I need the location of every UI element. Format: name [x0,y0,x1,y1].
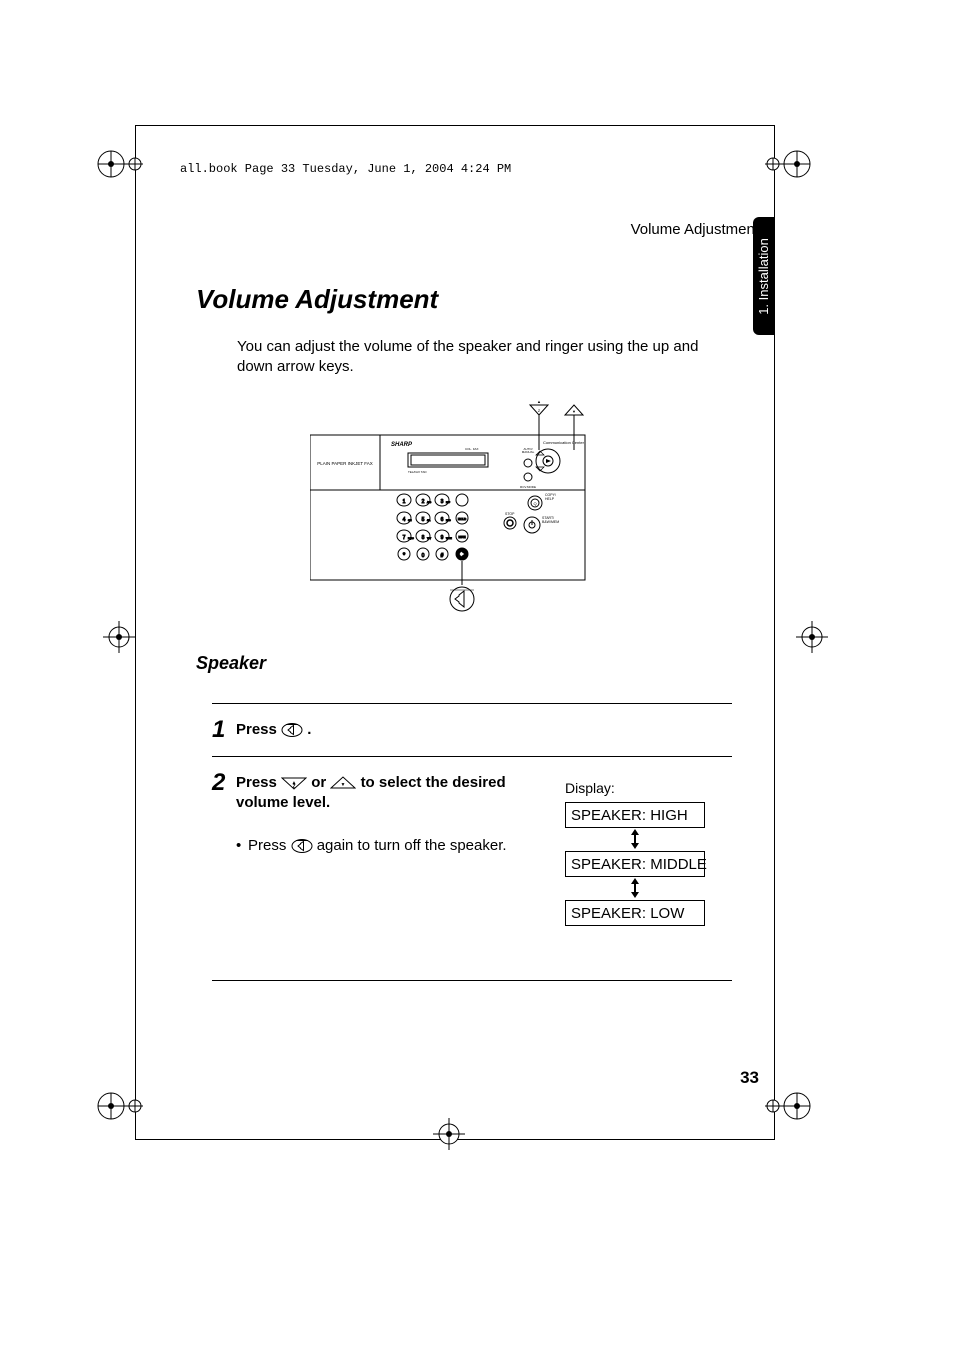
up-arrow-key-icon: ▲ Z [530,399,548,415]
svg-text:B&W/MEM: B&W/MEM [542,520,559,524]
svg-text:MANUAL: MANUAL [522,450,535,454]
svg-text:5: 5 [422,517,425,523]
display-value-middle: SPEAKER: MIDDLE [565,851,705,877]
chapter-tab-label: 1. Installation [756,238,771,315]
down-arrow-key-icon: ▼ [330,776,356,790]
crop-mark-icon [425,1110,473,1158]
section-subheading-speaker: Speaker [196,653,266,674]
speaker-key-icon [281,721,303,737]
svg-text:PQRS: PQRS [408,538,414,540]
svg-text:STOP: STOP [505,512,515,516]
step-subtext: Press [248,837,291,854]
svg-text:*: * [403,553,406,559]
svg-text:▲: ▲ [537,399,541,404]
chapter-tab: 1. Installation [753,217,774,335]
svg-text:9: 9 [441,535,444,541]
svg-text:TUV: TUV [427,538,432,540]
up-down-arrow-icon [565,829,705,851]
step-body: Press ▲ Z or ▼ to select the desired vol… [236,771,536,856]
svg-text:4: 4 [403,517,406,523]
svg-text:Q: Q [533,501,536,506]
svg-text:Z: Z [293,784,296,790]
svg-text:8: 8 [422,535,425,541]
svg-text:TEL/FAX TAD: TEL/FAX TAD [408,470,427,474]
svg-text:SHARP: SHARP [391,442,413,448]
display-value-low: SPEAKER: LOW [565,900,705,926]
step-text: Press [236,721,281,738]
svg-text:2: 2 [422,499,425,505]
crop-mark-icon [95,140,143,188]
svg-text:PLAIN PAPER INKJET FAX: PLAIN PAPER INKJET FAX [317,461,373,466]
step-number: 1 [212,718,236,742]
page-title: Volume Adjustment [196,284,438,315]
svg-text:WXYZ: WXYZ [446,538,453,540]
svg-text:ABC: ABC [427,501,432,504]
display-column: Display: SPEAKER: HIGH SPEAKER: MIDDLE S… [565,780,705,926]
svg-text:MUTE: MUTE [458,536,465,539]
page-frame [135,125,775,1140]
svg-text:1: 1 [403,499,406,505]
step-text: . [307,721,311,738]
svg-text:GHI: GHI [408,520,412,522]
step-text: or [311,774,330,791]
step-subtext: again to turn off the speaker. [317,837,507,854]
step-number: 2 [212,771,236,795]
svg-text:JKL: JKL [427,520,431,522]
down-arrow-key-icon: ▼ [565,405,583,415]
running-head: Volume Adjustment [631,221,759,238]
up-arrow-key-icon: ▲ Z [281,776,307,790]
crop-mark-icon [95,1082,143,1130]
intro-paragraph: You can adjust the volume of the speaker… [237,337,707,378]
svg-text:6: 6 [441,517,444,523]
svg-text:▼: ▼ [341,782,346,788]
page-number: 33 [740,1068,759,1088]
svg-text:3: 3 [441,499,444,505]
svg-text:#: # [441,553,444,559]
speaker-key-icon [291,837,313,853]
svg-text:7: 7 [403,535,406,541]
display-value-high: SPEAKER: HIGH [565,802,705,828]
crop-mark-icon [765,140,813,188]
svg-text:DEF: DEF [446,502,451,504]
svg-text:Z: Z [538,408,541,413]
svg-text:▼: ▼ [572,409,576,414]
svg-text:HOLD: HOLD [458,517,467,521]
svg-text:MNO: MNO [446,520,451,522]
step-body: Press . [236,718,732,740]
step-text: Press [236,774,281,791]
svg-text:Communication Center: Communication Center [543,440,585,445]
crop-mark-icon [765,1082,813,1130]
svg-text:RCV.MODE: RCV.MODE [520,485,536,489]
svg-text:COL. FAX: COL. FAX [465,447,479,451]
svg-text:HELP: HELP [545,497,555,501]
crop-mark-icon [788,613,836,661]
svg-text:0: 0 [422,553,425,559]
display-label: Display: [565,780,705,796]
step-row: 1 Press . [212,703,732,756]
crop-mark-icon [95,613,143,661]
device-diagram: ▲ Z ▼ PLAIN PAPER INKJET FAX SHARP Commu… [310,395,600,625]
up-down-arrow-icon [565,878,705,900]
